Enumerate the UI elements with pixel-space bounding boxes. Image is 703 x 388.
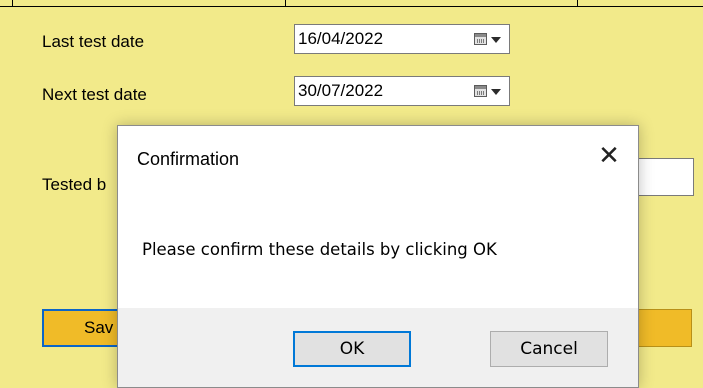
dropdown-arrow-icon[interactable] <box>491 89 501 95</box>
last-test-date-label: Last test date <box>42 32 145 51</box>
last-test-date-picker[interactable]: 16/04/2022 <box>294 24 510 54</box>
save-button[interactable]: Sav <box>42 309 120 347</box>
save-button-label: Sav <box>84 318 114 337</box>
calendar-icon[interactable] <box>474 33 487 45</box>
close-icon[interactable]: ✕ <box>594 140 624 170</box>
ok-button[interactable]: OK <box>293 331 411 367</box>
tested-by-input[interactable] <box>630 158 694 196</box>
dialog-footer: OK Cancel <box>118 308 638 387</box>
dialog-title: Confirmation <box>137 149 240 169</box>
tested-by-label: Tested b <box>42 175 107 194</box>
last-test-date-value: 16/04/2022 <box>298 29 384 48</box>
dropdown-arrow-icon[interactable] <box>491 37 501 43</box>
next-test-date-value: 30/07/2022 <box>298 81 384 100</box>
secondary-form-button[interactable] <box>638 309 692 347</box>
cancel-button[interactable]: Cancel <box>490 331 608 367</box>
table-top-border <box>0 0 703 7</box>
calendar-icon[interactable] <box>474 85 487 97</box>
next-test-date-picker[interactable]: 30/07/2022 <box>294 76 510 106</box>
dialog-message: Please confirm these details by clicking… <box>142 240 497 259</box>
next-test-date-label: Next test date <box>42 85 147 104</box>
confirmation-dialog: Confirmation ✕ Please confirm these deta… <box>117 125 639 388</box>
